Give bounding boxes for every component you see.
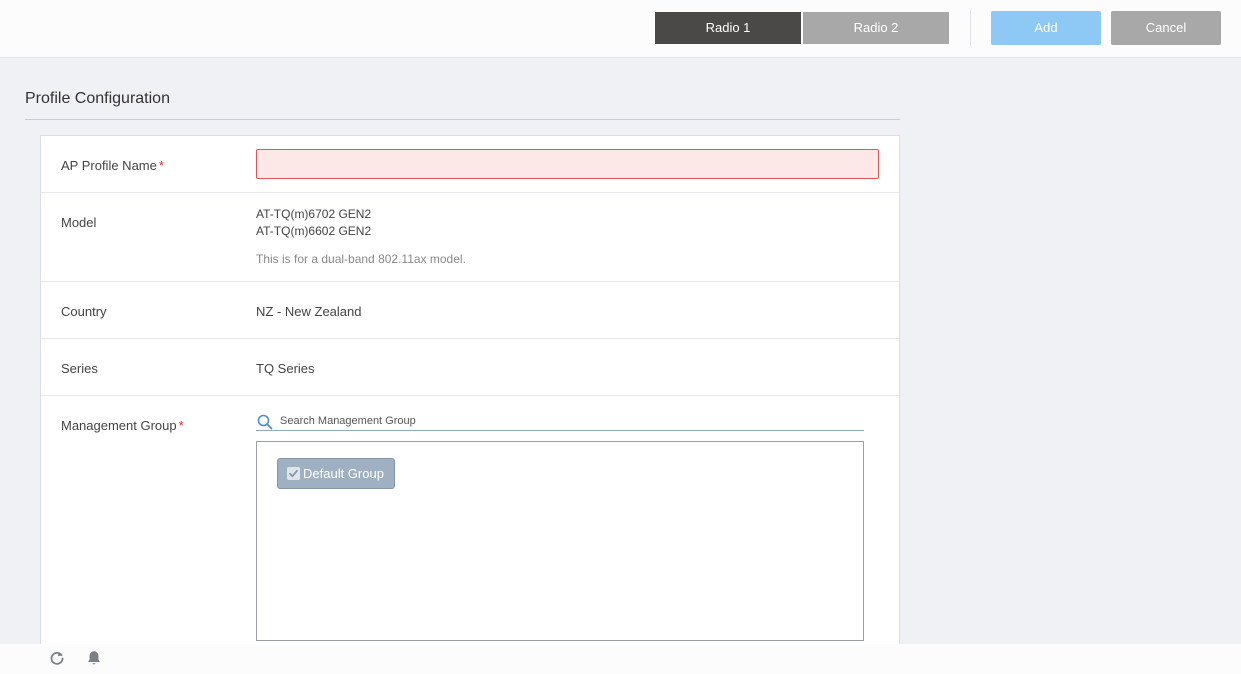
tab-radio-1[interactable]: Radio 1 bbox=[655, 12, 801, 44]
management-group-search bbox=[256, 413, 864, 431]
toolbar-divider bbox=[970, 10, 971, 46]
top-toolbar: Radio 1 Radio 2 Add Cancel bbox=[0, 0, 1241, 58]
section-divider bbox=[25, 119, 900, 120]
checkbox-checked-icon bbox=[287, 467, 300, 480]
profile-form: AP Profile Name * Model AT-TQ(m)6702 GEN2… bbox=[40, 135, 900, 665]
management-group-search-input[interactable] bbox=[280, 413, 860, 429]
required-mark: * bbox=[178, 418, 184, 433]
series-label: Series bbox=[61, 361, 98, 376]
series-value: TQ Series bbox=[256, 361, 315, 376]
ap-profile-name-input[interactable] bbox=[256, 149, 879, 179]
country-label: Country bbox=[61, 304, 107, 319]
model-value-2: AT-TQ(m)6602 GEN2 bbox=[256, 224, 372, 238]
row-management-group: Management Group* Default Group bbox=[41, 396, 899, 666]
country-value: NZ - New Zealand bbox=[256, 304, 362, 319]
refresh-icon[interactable] bbox=[48, 649, 66, 667]
cancel-button[interactable]: Cancel bbox=[1111, 11, 1221, 45]
management-group-list: Default Group bbox=[256, 441, 864, 641]
required-mark: * bbox=[158, 158, 164, 173]
model-label: Model bbox=[61, 215, 97, 230]
row-series: Series TQ Series bbox=[41, 339, 899, 396]
row-ap-profile-name: AP Profile Name * bbox=[41, 136, 899, 193]
group-chip-default[interactable]: Default Group bbox=[277, 458, 395, 489]
ap-profile-name-label: AP Profile Name * bbox=[61, 158, 164, 173]
add-button[interactable]: Add bbox=[991, 11, 1101, 45]
row-model: Model AT-TQ(m)6702 GEN2 AT-TQ(m)6602 GEN… bbox=[41, 193, 899, 282]
model-value-1: AT-TQ(m)6702 GEN2 bbox=[256, 207, 372, 221]
section-title: Profile Configuration bbox=[25, 90, 170, 107]
group-chip-label: Default Group bbox=[303, 466, 384, 481]
bottom-bar bbox=[0, 644, 1241, 674]
tab-radio-2[interactable]: Radio 2 bbox=[803, 12, 949, 44]
management-group-label: Management Group * bbox=[61, 418, 184, 433]
search-icon bbox=[257, 414, 273, 430]
row-country: Country NZ - New Zealand bbox=[41, 282, 899, 339]
bell-icon[interactable] bbox=[85, 649, 103, 667]
model-note: This is for a dual-band 802.11ax model. bbox=[256, 252, 466, 266]
